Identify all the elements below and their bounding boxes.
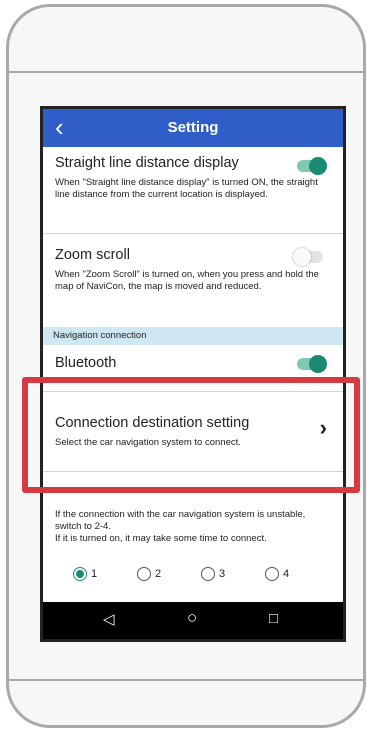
zoom-scroll-toggle[interactable] [293, 248, 323, 266]
connection-mode-info: If the connection with the car navigatio… [43, 509, 343, 545]
radio-unselected-icon [137, 567, 151, 581]
app-screen: ‹ Setting Straight line distance display… [40, 106, 346, 642]
radio-option-2[interactable]: 2 [137, 567, 161, 581]
straight-line-title: Straight line distance display [55, 155, 239, 171]
toggle-knob [293, 248, 311, 266]
radio-unselected-icon [201, 567, 215, 581]
app-header: ‹ Setting [43, 109, 343, 147]
nav-back-icon[interactable]: ◁ [103, 610, 115, 628]
radio-option-4[interactable]: 4 [265, 567, 289, 581]
straight-line-toggle[interactable] [297, 157, 327, 175]
straight-line-description: When "Straight line distance display" is… [55, 177, 318, 200]
zoom-scroll-description: When "Zoom Scroll" is turned on, when yo… [55, 269, 319, 292]
connection-mode-radio-group: 1 2 3 4 [63, 567, 333, 587]
radio-selected-icon [73, 567, 87, 581]
radio-option-1[interactable]: 1 [73, 567, 97, 581]
bluetooth-toggle[interactable] [297, 355, 327, 373]
android-nav-bar: ◁ ○ □ [43, 602, 343, 639]
toggle-knob [309, 157, 327, 175]
bluetooth-title: Bluetooth [55, 355, 117, 371]
phone-bottom-bezel-line [9, 679, 363, 681]
section-navigation-connection: Navigation connection [43, 327, 343, 345]
divider [43, 233, 343, 234]
radio-unselected-icon [265, 567, 279, 581]
phone-top-bezel-line [9, 71, 363, 73]
zoom-scroll-title: Zoom scroll [55, 247, 130, 263]
connection-mode-description-2: If it is turned on, it may take some tim… [55, 533, 267, 544]
connection-mode-description-1: If the connection with the car navigatio… [55, 509, 306, 532]
nav-recents-icon[interactable]: □ [269, 610, 278, 627]
nav-home-icon[interactable]: ○ [187, 608, 197, 628]
radio-option-3[interactable]: 3 [201, 567, 225, 581]
page-title: Setting [167, 119, 219, 136]
toggle-knob [309, 355, 327, 373]
highlight-box [22, 377, 360, 493]
